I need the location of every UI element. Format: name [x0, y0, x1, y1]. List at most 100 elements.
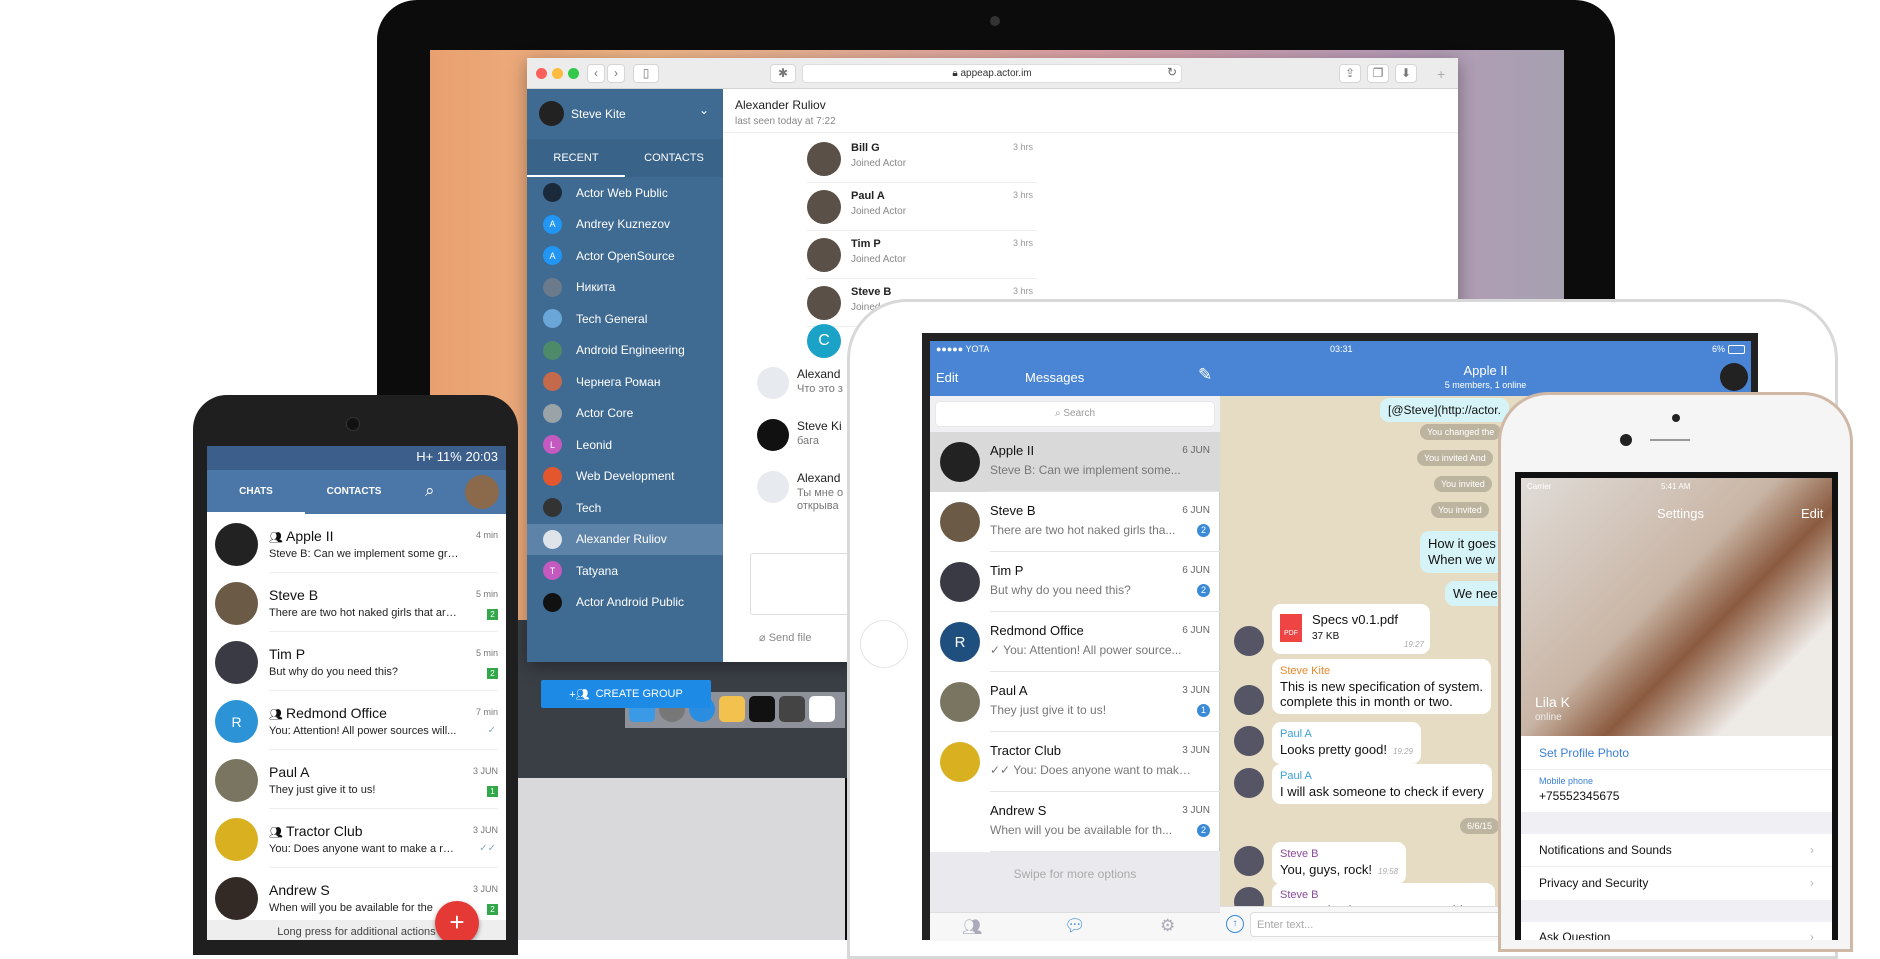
swipe-hint: Swipe for more options [930, 852, 1220, 912]
file-message[interactable]: PDF Specs v0.1.pdf 37 KB 19:27 [1272, 604, 1430, 654]
search-icon[interactable]: ⌕ [425, 481, 435, 501]
sidebar-item[interactable]: Tech [527, 492, 723, 524]
chat-row[interactable]: Tractor Club ✓✓ You: Does anyone want to … [930, 732, 1220, 792]
sidebar-item[interactable]: Чернега Роман [527, 366, 723, 398]
chat-row[interactable]: Paul A They just give it to us! 3 JUN 1 [207, 750, 506, 809]
list-item[interactable]: Tim P Joined Actor 3 hrs [807, 232, 1037, 279]
sender: Alexand [797, 471, 841, 485]
chat-row[interactable]: Tim P But why do you need this? 6 JUN 2 [930, 552, 1220, 612]
avatar [543, 466, 562, 486]
search-input[interactable]: ⌕ Search [936, 402, 1214, 426]
chats-tab-icon[interactable]: 💬︎ [1064, 916, 1086, 936]
front-camera [346, 417, 360, 431]
sidebar-icon[interactable]: ▯ [633, 64, 659, 83]
chat-row[interactable]: Steve B There are two hot naked girls tha… [207, 573, 506, 632]
unread-badge: 2 [1197, 524, 1210, 537]
sidebar-item[interactable]: T Tatyana [527, 555, 723, 587]
sidebar-item[interactable]: Actor Web Public [527, 177, 723, 209]
chat-row[interactable]: Andrew S When will you be available for t… [930, 792, 1220, 852]
sidebar-item[interactable]: A Actor OpenSource [527, 240, 723, 272]
maximize-button[interactable] [568, 68, 579, 79]
chat-row[interactable]: Steve B There are two hot naked girls tha… [930, 492, 1220, 552]
last-message: There are two hot naked girls tha... [990, 523, 1176, 537]
privacy-row[interactable]: Privacy and Security › [1521, 867, 1832, 900]
chat-name: Paul A [990, 683, 1028, 698]
address-bar[interactable]: 🔒︎ appeap.actor.im [802, 64, 1182, 83]
avatar [940, 682, 980, 722]
reminders-icon[interactable] [809, 696, 835, 722]
sidebar-item-label: Tech [576, 500, 602, 515]
download-icon[interactable]: ⬇ [1395, 64, 1417, 83]
chat-row[interactable]: Paul A They just give it to us! 3 JUN 1 [930, 672, 1220, 732]
sidebar-item-label: Actor Core [576, 406, 634, 421]
user-menu[interactable]: Steve Kite ⌄ [527, 89, 723, 139]
tab-contacts[interactable]: CONTACTS [305, 470, 403, 514]
notifications-row[interactable]: Notifications and Sounds › [1521, 834, 1832, 867]
minimize-button[interactable] [552, 68, 563, 79]
extension-icon[interactable]: ✱ [770, 64, 796, 83]
list-item[interactable]: Bill G Joined Actor 3 hrs [807, 136, 1037, 183]
avatar[interactable] [465, 475, 499, 509]
last-message: ✓ You: Attention! All power source... [990, 643, 1182, 657]
home-button[interactable] [860, 620, 908, 668]
timestamp: 7 min [475, 707, 498, 717]
create-group-button[interactable]: +👥︎ CREATE GROUP [541, 680, 711, 708]
tabs-icon[interactable]: ❐ [1367, 64, 1389, 83]
chat-row[interactable]: Apple II Steve B: Can we implement some..… [930, 432, 1220, 492]
chevron-down-icon[interactable]: ⌄ [699, 103, 709, 117]
mobile-phone-row[interactable]: Mobile phone +75552345675 [1521, 770, 1832, 812]
notes-icon[interactable] [719, 696, 745, 722]
sidebar-item[interactable]: Никита [527, 272, 723, 304]
compose-fab[interactable]: + [435, 901, 479, 940]
tab-chats[interactable]: CHATS [207, 470, 305, 514]
last-message: There are two hot naked girls that are..… [269, 607, 459, 619]
sidebar-item[interactable]: A Andrey Kuznezov [527, 209, 723, 241]
attach-icon[interactable]: ↑ [1226, 915, 1244, 933]
message-text: How it goes [1428, 536, 1496, 551]
close-button[interactable] [536, 68, 547, 79]
tab-contacts[interactable]: CONTACTS [625, 139, 723, 177]
sidebar-item-label: Andrey Kuznezov [576, 217, 671, 232]
last-message: You: Does anyone want to make a rac... [269, 843, 459, 855]
back-icon[interactable]: ‹ [587, 64, 605, 83]
sidebar-item[interactable]: Actor Android Public [527, 587, 723, 619]
group-icon: 👥︎ [269, 532, 287, 544]
message-text: Looks pretty good! [1280, 742, 1387, 757]
chat-row[interactable]: 👥︎ Apple II Steve B: Can we implement som… [207, 514, 506, 573]
sidebar-item[interactable]: Actor Core [527, 398, 723, 430]
contacts-tab-icon[interactable]: 👥︎ [962, 917, 982, 937]
chat-row[interactable]: Tim P But why do you need this? 5 min 2 [207, 632, 506, 691]
share-icon[interactable]: ⇪ [1339, 64, 1361, 83]
sidebar-item[interactable]: L Leonid [527, 429, 723, 461]
message-bubble: Paul A Looks pretty good! 19:29 [1272, 722, 1421, 764]
message-text: When we w [1428, 552, 1496, 567]
edit-button[interactable]: Edit [1801, 506, 1823, 521]
sidebar-item[interactable]: Alexander Ruliov [527, 523, 723, 555]
sidebar-item[interactable]: Web Development [527, 461, 723, 493]
battery-icon [1728, 345, 1745, 354]
reload-icon[interactable]: ↻ [1167, 65, 1177, 79]
phone-number: +75552345675 [1539, 789, 1620, 803]
chat-name: Tim P [990, 563, 1024, 578]
chat-row[interactable]: R 👥︎ Redmond Office You: Attention! All po… [207, 691, 506, 750]
chat-row[interactable]: 👥︎ Tractor Club You: Does anyone want to … [207, 809, 506, 868]
edit-button[interactable]: Edit [936, 370, 958, 385]
forward-icon[interactable]: › [607, 64, 625, 83]
terminal-icon[interactable] [749, 696, 775, 722]
list-item[interactable]: Paul A Joined Actor 3 hrs [807, 184, 1037, 231]
sidebar-item[interactable]: Android Engineering [527, 335, 723, 367]
chat-row[interactable]: R Redmond Office ✓ You: Attention! All pow… [930, 612, 1220, 672]
ask-question-row[interactable]: Ask Question › [1521, 922, 1832, 940]
compose-icon[interactable]: ✎ [1198, 365, 1212, 385]
group-avatar[interactable] [1720, 363, 1748, 391]
send-file-button[interactable]: ⌀ Send file [759, 631, 812, 644]
member-name: Steve B [851, 286, 892, 298]
last-message: Steve B: Can we implement some gra... [269, 548, 459, 560]
settings-tab-icon[interactable]: ⚙ [1160, 916, 1175, 936]
new-tab-icon[interactable]: + [1437, 66, 1445, 82]
sublime-icon[interactable] [779, 696, 805, 722]
sender: Steve Ki [797, 419, 842, 433]
tab-recent[interactable]: RECENT [527, 139, 625, 177]
set-profile-photo-button[interactable]: Set Profile Photo [1521, 736, 1832, 770]
sidebar-item[interactable]: Tech General [527, 303, 723, 335]
